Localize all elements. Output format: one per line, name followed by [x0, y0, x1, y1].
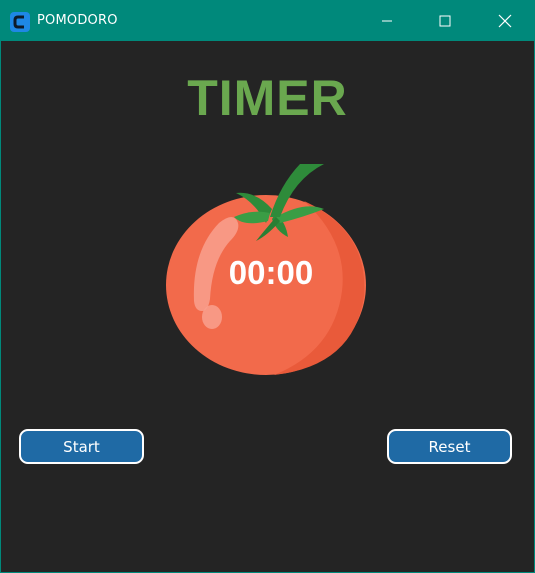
close-button[interactable]	[476, 1, 534, 41]
reset-button[interactable]: Reset	[387, 429, 512, 464]
close-icon	[498, 14, 512, 28]
main-panel: TIMER 00:00 Start Reset	[1, 41, 534, 572]
minimize-button[interactable]	[358, 1, 416, 41]
start-button[interactable]: Start	[19, 429, 144, 464]
app-icon	[10, 12, 30, 32]
timer-display: 00:00	[228, 254, 314, 291]
minimize-icon	[382, 20, 392, 22]
page-title: TIMER	[187, 70, 348, 126]
app-window: POMODORO TIMER 00:00 Start Reset	[0, 0, 535, 573]
maximize-icon	[439, 15, 451, 27]
maximize-button[interactable]	[416, 1, 474, 41]
title-bar[interactable]: POMODORO	[1, 1, 534, 41]
window-title: POMODORO	[37, 13, 118, 28]
